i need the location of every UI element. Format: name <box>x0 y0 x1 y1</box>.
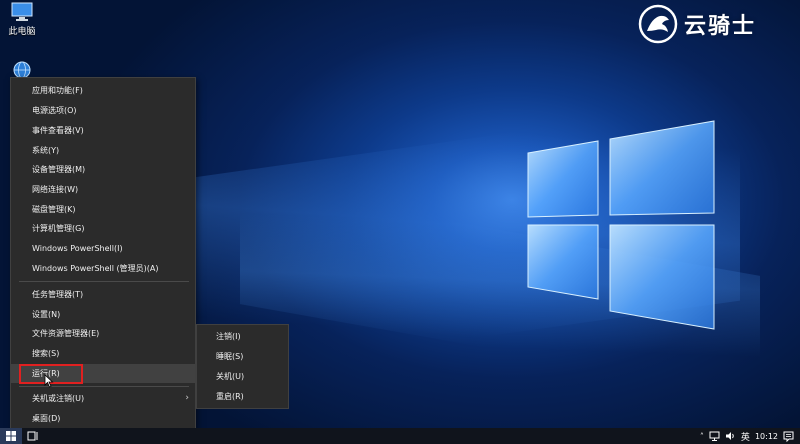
system-tray: ˄ 英 10:12 <box>700 428 800 444</box>
mouse-cursor-icon <box>44 374 54 388</box>
computer-icon <box>11 2 33 21</box>
menu-item-network-connections[interactable]: 网络连接(W) <box>11 180 195 199</box>
menu-item-shutdown-signout[interactable]: 关机或注销(U) › <box>11 389 195 408</box>
desktop-icon-label: 此电脑 <box>8 27 36 37</box>
menu-separator <box>19 281 189 282</box>
menu-item-powershell-admin[interactable]: Windows PowerShell (管理员)(A) <box>11 259 195 278</box>
submenu-item-signout[interactable]: 注销(I) <box>197 327 288 347</box>
menu-item-device-manager[interactable]: 设备管理器(M) <box>11 160 195 179</box>
shutdown-submenu: 注销(I) 睡眠(S) 关机(U) 重启(R) <box>196 324 289 409</box>
menu-item-task-manager[interactable]: 任务管理器(T) <box>11 285 195 304</box>
menu-item-apps-features[interactable]: 应用和功能(F) <box>11 81 195 100</box>
menu-item-label: 关机或注销(U) <box>32 394 85 403</box>
brand-watermark: 云骑士 <box>638 4 756 44</box>
input-language-indicator[interactable]: 英 <box>741 430 750 443</box>
submenu-item-shutdown[interactable]: 关机(U) <box>197 367 288 387</box>
windows-logo-wallpaper <box>527 120 715 330</box>
menu-item-powershell[interactable]: Windows PowerShell(I) <box>11 239 195 258</box>
desktop-icon-this-pc[interactable]: 此电脑 <box>0 2 44 37</box>
chevron-right-icon: › <box>185 393 189 403</box>
menu-item-disk-management[interactable]: 磁盘管理(K) <box>11 200 195 219</box>
volume-icon[interactable] <box>725 431 736 441</box>
submenu-item-restart[interactable]: 重启(R) <box>197 387 288 407</box>
chevron-up-icon[interactable]: ˄ <box>700 432 704 441</box>
notification-center-icon[interactable] <box>783 431 794 442</box>
menu-item-power-options[interactable]: 电源选项(O) <box>11 101 195 120</box>
network-icon[interactable] <box>709 431 720 441</box>
menu-item-settings[interactable]: 设置(N) <box>11 305 195 324</box>
menu-item-run[interactable]: 运行(R) <box>11 364 195 383</box>
windows-start-icon <box>6 431 16 441</box>
menu-item-file-explorer[interactable]: 文件资源管理器(E) <box>11 324 195 343</box>
menu-item-system[interactable]: 系统(Y) <box>11 141 195 160</box>
task-view-icon[interactable] <box>27 430 39 442</box>
menu-item-computer-management[interactable]: 计算机管理(G) <box>11 219 195 238</box>
submenu-item-sleep[interactable]: 睡眠(S) <box>197 347 288 367</box>
clock-time[interactable]: 10:12 <box>755 432 778 441</box>
menu-item-event-viewer[interactable]: 事件查看器(V) <box>11 121 195 140</box>
brand-logo-icon <box>638 4 678 44</box>
brand-text: 云骑士 <box>684 14 757 39</box>
menu-item-desktop[interactable]: 桌面(D) <box>11 409 195 428</box>
menu-item-search[interactable]: 搜索(S) <box>11 344 195 363</box>
winx-context-menu: 应用和功能(F) 电源选项(O) 事件查看器(V) 系统(Y) 设备管理器(M)… <box>10 77 196 429</box>
taskbar: ˄ 英 10:12 <box>0 428 800 444</box>
start-button[interactable] <box>0 428 22 444</box>
